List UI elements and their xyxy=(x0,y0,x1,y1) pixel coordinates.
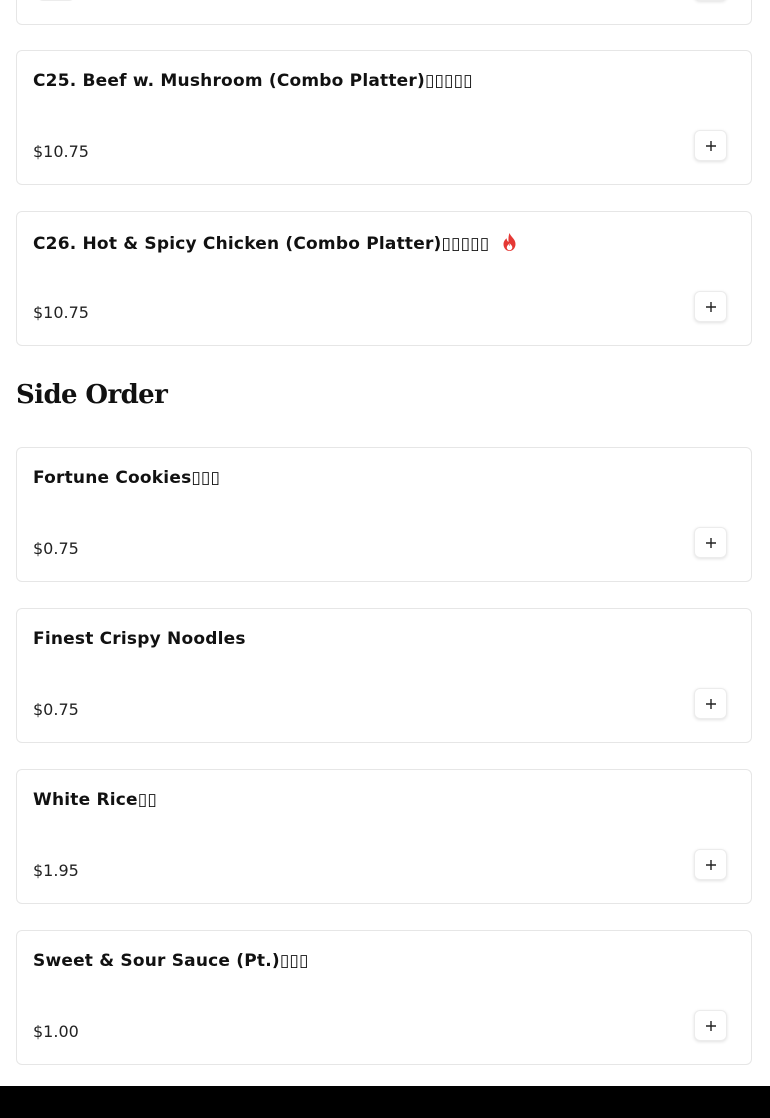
plus-icon xyxy=(705,140,716,151)
add-to-cart-button[interactable] xyxy=(694,688,727,719)
menu-item-price: $0.75 xyxy=(33,700,79,719)
menu-item-name: Finest Crispy Noodles xyxy=(33,629,246,649)
plus-icon xyxy=(705,301,716,312)
menu-item-name-row: C26. Hot & Spicy Chicken (Combo Platter)… xyxy=(33,232,518,257)
menu-item-price: $1.00 xyxy=(33,1022,79,1041)
menu-item-price: $1.95 xyxy=(33,861,79,880)
add-to-cart-button[interactable] xyxy=(694,1010,727,1041)
plus-icon xyxy=(705,698,716,709)
plus-icon xyxy=(705,859,716,870)
menu-item-card[interactable]: C25. Beef w. Mushroom (Combo Platter)▯▯▯… xyxy=(16,50,752,185)
add-button-partial[interactable] xyxy=(694,0,727,1)
plus-icon xyxy=(705,1020,716,1031)
menu-item-name: Sweet & Sour Sauce (Pt.)▯▯▯ xyxy=(33,951,309,971)
menu-item-price: $10.75 xyxy=(33,142,89,161)
menu-item-name: Fortune Cookies▯▯▯ xyxy=(33,468,221,488)
menu-item-name: White Rice▯▯ xyxy=(33,790,157,810)
add-to-cart-button[interactable] xyxy=(694,291,727,322)
add-to-cart-button[interactable] xyxy=(694,849,727,880)
menu-item-card-partial xyxy=(16,0,752,25)
flame-icon xyxy=(501,232,518,257)
add-to-cart-button[interactable] xyxy=(694,130,727,161)
menu-item-card[interactable]: White Rice▯▯ $1.95 xyxy=(16,769,752,904)
add-to-cart-button[interactable] xyxy=(694,527,727,558)
partial-control xyxy=(37,0,75,1)
menu-item-card[interactable]: C26. Hot & Spicy Chicken (Combo Platter)… xyxy=(16,211,752,346)
menu-item-name: C26. Hot & Spicy Chicken (Combo Platter)… xyxy=(33,234,490,254)
menu-item-price: $10.75 xyxy=(33,303,89,322)
menu-item-price: $0.75 xyxy=(33,539,79,558)
footer-bar xyxy=(0,1086,770,1118)
plus-icon xyxy=(705,537,716,548)
menu-item-card[interactable]: Finest Crispy Noodles $0.75 xyxy=(16,608,752,743)
menu-item-card[interactable]: Sweet & Sour Sauce (Pt.)▯▯▯ $1.00 xyxy=(16,930,752,1065)
menu-item-name: C25. Beef w. Mushroom (Combo Platter)▯▯▯… xyxy=(33,71,473,91)
menu-item-card[interactable]: Fortune Cookies▯▯▯ $0.75 xyxy=(16,447,752,582)
section-heading: Side Order xyxy=(16,380,168,410)
